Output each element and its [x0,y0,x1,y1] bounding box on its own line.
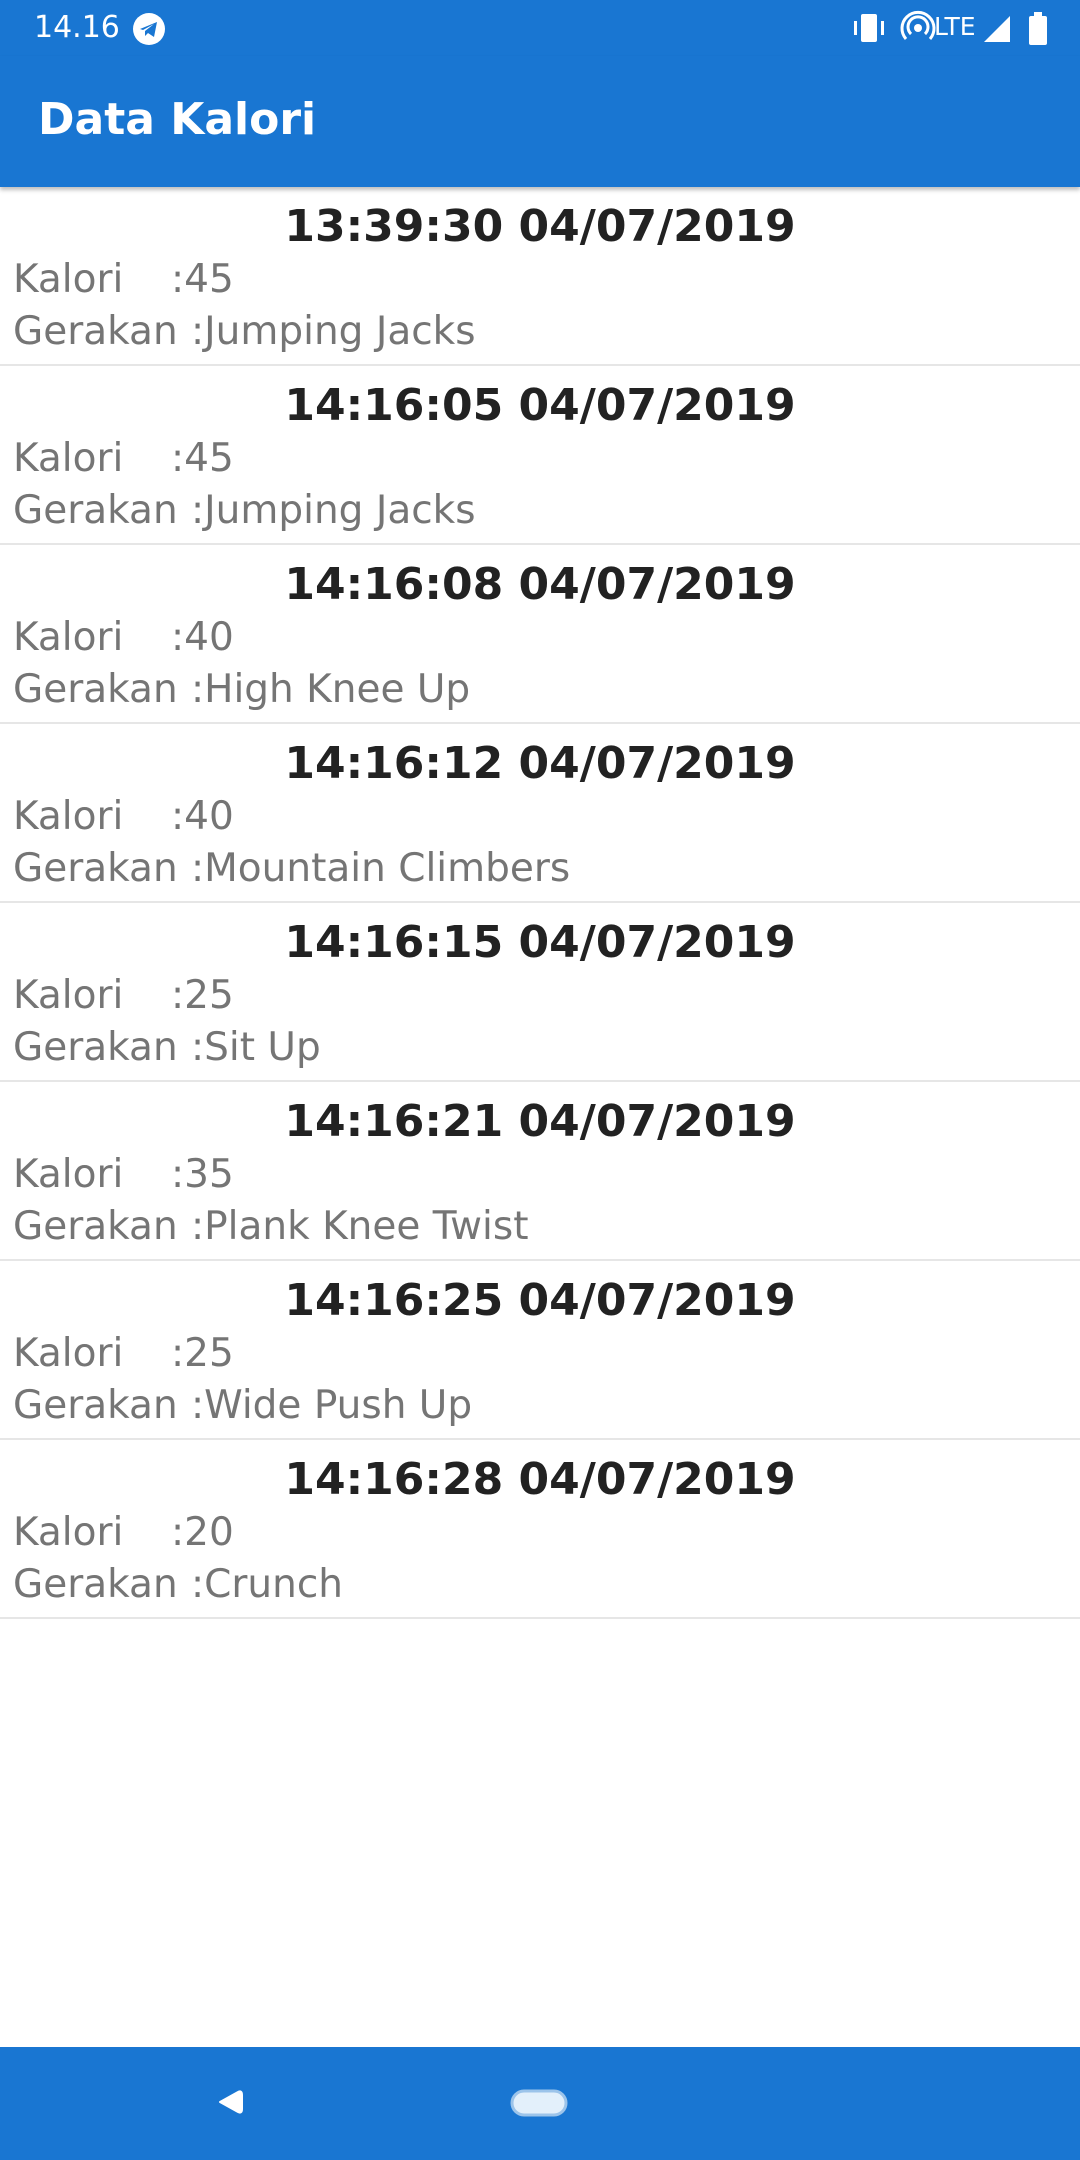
telegram-icon [133,13,165,45]
status-bar: 14.16 LTE [0,0,1080,56]
vibrate-icon [854,14,884,42]
entry-gerakan-line: Gerakan: Plank Knee Twist [13,1204,528,1249]
list-item[interactable]: 14:16:12 04/07/2019 Kalori: 40 Gerakan: Mo… [0,724,1080,903]
separator: : [191,309,205,354]
gerakan-value: Crunch [204,1562,344,1607]
separator: : [171,1510,185,1555]
kalori-value: 25 [184,1331,234,1376]
kalori-value: 20 [184,1510,234,1555]
gerakan-label: Gerakan [13,846,178,891]
entry-datetime: 14:16:08 04/07/2019 [284,559,796,610]
separator: : [191,1562,205,1607]
entry-gerakan-line: Gerakan: High Knee Up [13,667,470,712]
entry-datetime: 14:16:21 04/07/2019 [284,1096,796,1147]
kalori-label: Kalori [13,1510,124,1555]
gerakan-label: Gerakan [13,1562,178,1607]
entry-gerakan-line: Gerakan: Jumping Jacks [13,488,476,533]
entry-datetime: 14:16:15 04/07/2019 [284,917,796,968]
calorie-list[interactable]: 13:39:30 04/07/2019 Kalori: 45 Gerakan: Ju… [0,187,1080,1619]
gerakan-label: Gerakan [13,1025,178,1070]
kalori-value: 45 [184,436,234,481]
gerakan-value: Jumping Jacks [204,488,476,533]
entry-datetime: 14:16:25 04/07/2019 [284,1275,796,1326]
gerakan-value: Plank Knee Twist [204,1204,529,1249]
kalori-label: Kalori [13,257,124,302]
separator: : [171,1331,185,1376]
separator: : [171,1152,185,1197]
separator: : [171,973,185,1018]
battery-icon [1029,12,1047,45]
entry-kalori-line: Kalori: 35 [13,1152,234,1197]
kalori-label: Kalori [13,1152,124,1197]
separator: : [171,257,185,302]
gerakan-label: Gerakan [13,1204,178,1249]
kalori-value: 35 [184,1152,234,1197]
entry-kalori-line: Kalori: 45 [13,257,234,302]
entry-kalori-line: Kalori: 45 [13,436,234,481]
gerakan-value: Jumping Jacks [204,309,476,354]
entry-datetime: 14:16:12 04/07/2019 [284,738,796,789]
gerakan-label: Gerakan [13,309,178,354]
kalori-label: Kalori [13,1331,124,1376]
list-item[interactable]: 13:39:30 04/07/2019 Kalori: 45 Gerakan: Ju… [0,187,1080,366]
home-icon[interactable] [510,2089,568,2117]
list-item[interactable]: 14:16:08 04/07/2019 Kalori: 40 Gerakan: Hi… [0,545,1080,724]
back-icon[interactable] [214,2085,248,2119]
separator: : [171,794,185,839]
entry-kalori-line: Kalori: 40 [13,615,234,660]
gerakan-label: Gerakan [13,1383,178,1428]
separator: : [191,1383,205,1428]
kalori-value: 40 [184,794,234,839]
list-item[interactable]: 14:16:15 04/07/2019 Kalori: 25 Gerakan: Si… [0,903,1080,1082]
navigation-bar [0,2047,1080,2160]
gerakan-value: Wide Push Up [204,1383,473,1428]
list-item[interactable]: 14:16:28 04/07/2019 Kalori: 20 Gerakan: Cr… [0,1440,1080,1619]
entry-kalori-line: Kalori: 25 [13,973,234,1018]
status-time: 14.16 [34,10,120,45]
entry-datetime: 14:16:28 04/07/2019 [284,1454,796,1505]
hotspot-icon [900,10,936,40]
kalori-value: 45 [184,257,234,302]
gerakan-label: Gerakan [13,667,178,712]
gerakan-value: Mountain Climbers [204,846,571,891]
entry-datetime: 14:16:05 04/07/2019 [284,380,796,431]
entry-kalori-line: Kalori: 20 [13,1510,234,1555]
entry-kalori-line: Kalori: 40 [13,794,234,839]
entry-datetime: 13:39:30 04/07/2019 [284,201,796,252]
list-item[interactable]: 14:16:05 04/07/2019 Kalori: 45 Gerakan: Ju… [0,366,1080,545]
entry-gerakan-line: Gerakan: Crunch [13,1562,343,1607]
separator: : [191,1204,205,1249]
kalori-label: Kalori [13,436,124,481]
entry-gerakan-line: Gerakan: Wide Push Up [13,1383,472,1428]
entry-gerakan-line: Gerakan: Jumping Jacks [13,309,476,354]
list-item[interactable]: 14:16:25 04/07/2019 Kalori: 25 Gerakan: Wi… [0,1261,1080,1440]
kalori-value: 40 [184,615,234,660]
kalori-label: Kalori [13,973,124,1018]
app-bar: Data Kalori [0,56,1080,187]
kalori-value: 25 [184,973,234,1018]
network-type-label: LTE [934,12,976,41]
page-title: Data Kalori [38,94,317,145]
gerakan-value: High Knee Up [204,667,471,712]
separator: : [191,667,205,712]
entry-kalori-line: Kalori: 25 [13,1331,234,1376]
separator: : [191,488,205,533]
separator: : [171,436,185,481]
entry-gerakan-line: Gerakan: Mountain Climbers [13,846,570,891]
gerakan-label: Gerakan [13,488,178,533]
separator: : [191,1025,205,1070]
separator: : [171,615,185,660]
separator: : [191,846,205,891]
kalori-label: Kalori [13,615,124,660]
entry-gerakan-line: Gerakan: Sit Up [13,1025,321,1070]
kalori-label: Kalori [13,794,124,839]
list-item[interactable]: 14:16:21 04/07/2019 Kalori: 35 Gerakan: Pl… [0,1082,1080,1261]
signal-icon [984,16,1010,42]
gerakan-value: Sit Up [204,1025,321,1070]
